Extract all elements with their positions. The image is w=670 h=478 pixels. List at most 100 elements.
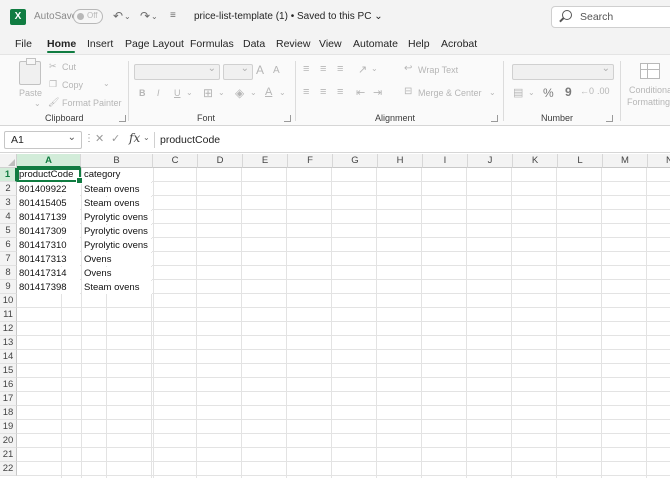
tab-file[interactable]: File — [15, 38, 32, 50]
conditional-formatting-label[interactable]: Conditional — [629, 85, 670, 95]
comma-style-button[interactable]: 9 — [565, 85, 572, 99]
font-name-dropdown[interactable] — [134, 63, 220, 80]
copy-label[interactable]: Copy — [62, 80, 83, 90]
row-header[interactable]: 5 — [0, 224, 17, 238]
column-header-g[interactable]: G — [333, 154, 378, 168]
cell-b1[interactable]: category — [82, 168, 152, 182]
cell-a8[interactable]: 801417314 — [17, 267, 80, 280]
active-cell-selection[interactable] — [17, 168, 83, 184]
cut-label[interactable]: Cut — [62, 62, 76, 72]
copy-dropdown-icon[interactable]: ⌄ — [103, 79, 110, 88]
paste-dropdown-icon[interactable]: ⌄ — [34, 99, 41, 108]
column-header-m[interactable]: M — [603, 154, 648, 168]
align-bottom-icon[interactable]: ≡ — [337, 63, 343, 75]
conditional-formatting-icon[interactable] — [640, 63, 660, 79]
merge-center-dropdown-icon[interactable]: ⌄ — [489, 88, 496, 97]
tab-data[interactable]: Data — [243, 38, 265, 50]
italic-button[interactable]: I — [157, 88, 160, 98]
row-header[interactable]: 1 — [0, 168, 17, 182]
chevron-down-icon[interactable]: ⌄ — [68, 132, 76, 143]
cell-a5[interactable]: 801417309 — [17, 225, 80, 238]
row-header[interactable]: 11 — [0, 308, 17, 322]
wrap-text-label[interactable]: Wrap Text — [418, 65, 458, 75]
row-header[interactable]: 16 — [0, 378, 17, 392]
align-top-icon[interactable]: ≡ — [303, 63, 309, 75]
cell-b2[interactable]: Steam ovens — [82, 183, 152, 196]
cell-a2[interactable]: 801409922 — [17, 183, 80, 196]
tab-help[interactable]: Help — [408, 38, 430, 50]
autosave-toggle[interactable]: Off — [73, 9, 103, 24]
tab-acrobat[interactable]: Acrobat — [441, 38, 477, 50]
cell-a9[interactable]: 801417398 — [17, 281, 80, 294]
tab-review[interactable]: Review — [276, 38, 310, 50]
wrap-text-icon[interactable]: ↩ — [404, 63, 412, 74]
row-header[interactable]: 9 — [0, 280, 17, 294]
undo-dropdown-icon[interactable]: ⌄ — [124, 12, 131, 21]
align-center-icon[interactable]: ≡ — [320, 86, 326, 98]
row-header[interactable]: 7 — [0, 252, 17, 266]
paste-icon[interactable] — [19, 58, 41, 85]
accounting-dropdown-icon[interactable]: ⌄ — [528, 88, 535, 97]
bold-button[interactable]: B — [139, 88, 146, 98]
column-header-i[interactable]: I — [423, 154, 468, 168]
percent-style-button[interactable]: % — [543, 86, 554, 100]
merge-center-icon[interactable]: ⊟ — [404, 86, 412, 97]
cancel-icon[interactable]: ✕ — [95, 132, 104, 145]
copy-icon[interactable]: ❐ — [49, 79, 57, 90]
row-header[interactable]: 20 — [0, 434, 17, 448]
tab-automate[interactable]: Automate — [353, 38, 398, 50]
select-all-button[interactable] — [0, 154, 17, 168]
insert-function-button[interactable]: fx — [129, 131, 140, 145]
cell-b4[interactable]: Pyrolytic ovens — [82, 211, 152, 224]
paste-label[interactable]: Paste — [19, 88, 42, 98]
orientation-dropdown-icon[interactable]: ⌄ — [371, 64, 378, 73]
row-header[interactable]: 10 — [0, 294, 17, 308]
borders-dropdown-icon[interactable]: ⌄ — [218, 88, 225, 97]
cell-a4[interactable]: 801417139 — [17, 211, 80, 224]
cell-b3[interactable]: Steam ovens — [82, 197, 152, 210]
redo-icon[interactable]: ↷ — [140, 9, 150, 23]
cell-b8[interactable]: Ovens — [82, 267, 152, 280]
customize-quick-access-icon[interactable]: ≡ — [170, 10, 176, 21]
align-middle-icon[interactable]: ≡ — [320, 63, 326, 75]
cell-a6[interactable]: 801417310 — [17, 239, 80, 252]
merge-center-label[interactable]: Merge & Center — [418, 88, 482, 98]
align-right-icon[interactable]: ≡ — [337, 86, 343, 98]
more-options-icon[interactable]: ⋮ — [84, 133, 94, 144]
column-header-l[interactable]: L — [558, 154, 603, 168]
align-left-icon[interactable]: ≡ — [303, 86, 309, 98]
underline-button[interactable]: U — [174, 88, 181, 98]
row-header[interactable]: 8 — [0, 266, 17, 280]
redo-dropdown-icon[interactable]: ⌄ — [151, 12, 158, 21]
format-painter-icon[interactable]: 🖌 — [48, 97, 59, 108]
row-header[interactable]: 2 — [0, 182, 17, 196]
column-header-h[interactable]: H — [378, 154, 423, 168]
accounting-format-icon[interactable]: ▤ — [513, 86, 523, 99]
shrink-font-icon[interactable]: A — [273, 65, 280, 76]
column-header-c[interactable]: C — [153, 154, 198, 168]
format-painter-label[interactable]: Format Painter — [62, 98, 122, 108]
enter-icon[interactable]: ✓ — [111, 132, 120, 145]
undo-icon[interactable]: ↶ — [113, 9, 123, 23]
increase-decimal-icon[interactable]: ←0 — [580, 86, 594, 96]
font-launcher-icon[interactable] — [284, 115, 291, 122]
row-header[interactable]: 6 — [0, 238, 17, 252]
column-header-k[interactable]: K — [513, 154, 558, 168]
orientation-icon[interactable]: ↗ — [358, 63, 367, 76]
formula-dropdown-icon[interactable]: ⌄ — [143, 133, 150, 142]
number-format-dropdown[interactable] — [512, 63, 614, 80]
increase-indent-icon[interactable]: ⇥ — [373, 86, 382, 99]
cell-b5[interactable]: Pyrolytic ovens — [82, 225, 152, 238]
column-header-j[interactable]: J — [468, 154, 513, 168]
row-header[interactable]: 21 — [0, 448, 17, 462]
decrease-indent-icon[interactable]: ⇤ — [356, 86, 365, 99]
tab-page-layout[interactable]: Page Layout — [125, 38, 184, 50]
column-header-d[interactable]: D — [198, 154, 243, 168]
fill-color-icon[interactable]: ◈ — [235, 86, 244, 100]
clipboard-launcher-icon[interactable] — [119, 115, 126, 122]
cell-a7[interactable]: 801417313 — [17, 253, 80, 266]
cell-a3[interactable]: 801415405 — [17, 197, 80, 210]
document-title[interactable]: price-list-template (1) • Saved to this … — [194, 11, 383, 22]
tab-home[interactable]: Home — [47, 38, 76, 50]
cell-b9[interactable]: Steam ovens — [82, 281, 152, 294]
